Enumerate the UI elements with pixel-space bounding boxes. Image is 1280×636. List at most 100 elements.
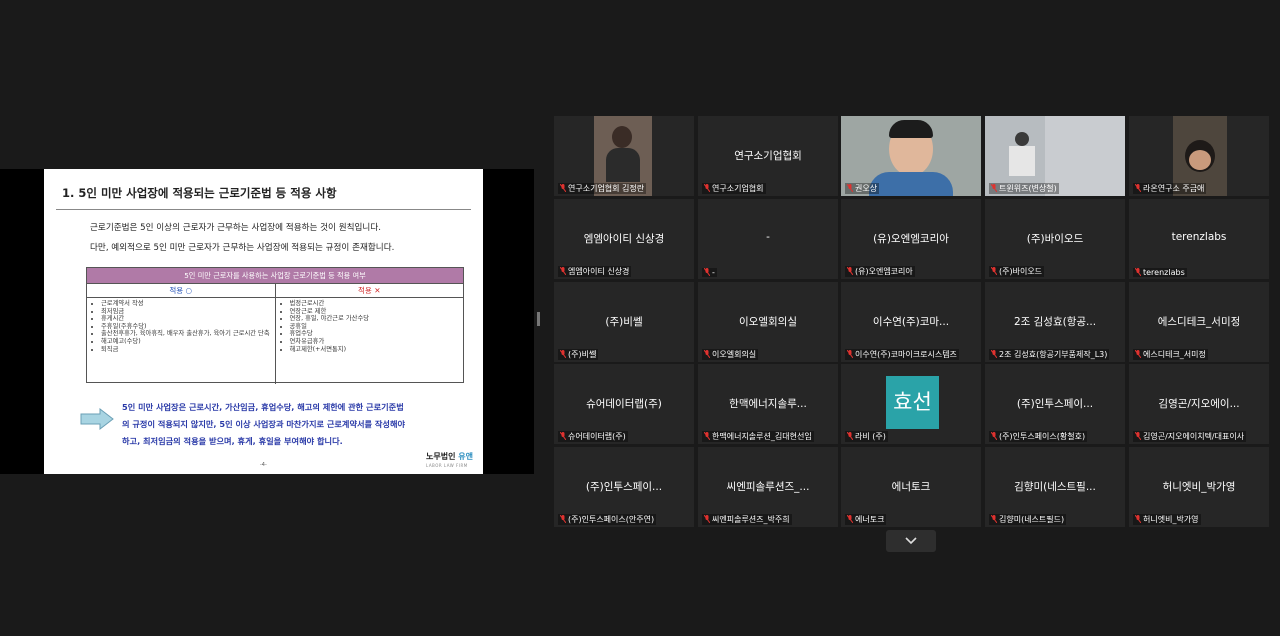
participant-tile[interactable]: 에스디테크_서미정 에스디테크_서미정	[1129, 282, 1269, 362]
participant-tile[interactable]: 허니엣비_박가영 허니엣비_박가영	[1129, 447, 1269, 527]
participant-name-label: -	[702, 268, 717, 277]
participant-tile[interactable]: 이수연(주)코마... 이수연(주)코마이크로시스템즈	[841, 282, 981, 362]
participant-display-name: (주)바이오드	[1026, 233, 1084, 245]
participant-display-name: (유)오엔엠코리아	[873, 233, 949, 245]
firm-logo: 노무법인 유앤	[426, 452, 473, 461]
muted-mic-icon	[991, 267, 997, 275]
list-item: 휴게시간	[101, 315, 271, 323]
muted-mic-icon	[847, 515, 853, 523]
participant-name-label: 라비 (주)	[845, 431, 888, 442]
slide-title: 1. 5인 미만 사업장에 적용되는 근로기준법 등 적용 사항	[62, 186, 337, 200]
participant-tile[interactable]: (유)오엔엠코리아 (유)오엔엠코리아	[841, 199, 981, 279]
muted-mic-icon	[991, 184, 997, 192]
participant-tile[interactable]: terenzlabs terenzlabs	[1129, 199, 1269, 279]
muted-mic-icon	[991, 350, 997, 358]
not-applied-column-header: 적용 ✕	[358, 286, 381, 295]
muted-mic-icon	[1135, 350, 1141, 358]
muted-mic-icon	[704, 432, 710, 440]
chevron-down-icon	[905, 537, 917, 545]
participant-tile[interactable]: --	[698, 199, 838, 279]
participant-name-label: 연구소기업협회	[702, 183, 766, 194]
list-item: 해고예고(수당)	[101, 338, 271, 346]
participant-tile[interactable]: 엠엠아이티 신상경 엠엠아이티 신상경	[554, 199, 694, 279]
participant-tile[interactable]: 2조 김성효(항공... 2조 김성효(항공기부품제작_L3)	[985, 282, 1125, 362]
participant-name-label: 연구소기업협회 김정란	[558, 183, 647, 194]
participant-name-label: 김향미(네스트필드)	[989, 514, 1067, 525]
muted-mic-icon	[847, 267, 853, 275]
participant-tile[interactable]: 슈어데이터랩(주) 슈어데이터랩(주)	[554, 364, 694, 444]
participant-display-name: 슈어데이터랩(주)	[586, 398, 662, 410]
muted-mic-icon	[560, 267, 566, 275]
muted-mic-icon	[560, 350, 566, 358]
participant-tile[interactable]: 효선 라비 (주)	[841, 364, 981, 444]
participant-tile[interactable]: 김향미(네스트필... 김향미(네스트필드)	[985, 447, 1125, 527]
list-item: 법정근로시간	[290, 300, 460, 308]
applied-list: 근로계약서 작성최저임금휴게시간주휴일(주휴수당)출산전후휴가, 육아휴직, 배…	[91, 300, 271, 353]
participant-tile[interactable]: (주)바이오드 (주)바이오드	[985, 199, 1125, 279]
participant-name-label: 에너토크	[845, 514, 887, 525]
participant-name-label: 김영곤/지오에이치텍/대표이사	[1133, 431, 1247, 442]
participant-display-name: 2조 김성효(항공...	[1013, 316, 1097, 328]
participant-tile[interactable]: 연구소기업협회 연구소기업협회	[698, 116, 838, 196]
muted-mic-icon	[991, 515, 997, 523]
gallery-scroll-button[interactable]	[886, 530, 936, 552]
slide-paragraph-2: 다만, 예외적으로 5인 미만 근로자가 근무하는 사업장에 적용되는 규정이 …	[90, 243, 395, 253]
participant-display-name: (주)인투스페이...	[1016, 398, 1094, 410]
participant-tile[interactable]: 트윈위즈(변상철)	[985, 116, 1125, 196]
participant-name-label: 트윈위즈(변상철)	[989, 183, 1059, 194]
participant-tile[interactable]: 김영곤/지오에이... 김영곤/지오에이치텍/대표이사	[1129, 364, 1269, 444]
comparison-table: 5인 미만 근로자를 사용하는 사업장 근로기준법 등 적용 여부 적용 ○ 적…	[86, 267, 464, 384]
list-item: 휴업수당	[290, 330, 460, 338]
list-item: 최저임금	[101, 308, 271, 316]
summary-line-3: 하고, 최저임금의 적용을 받으며, 휴게, 휴일을 부여해야 합니다.	[122, 436, 343, 446]
muted-mic-icon	[847, 350, 853, 358]
participant-tile[interactable]: 이오엘회의실 이오엘회의실	[698, 282, 838, 362]
participant-name-label: 허니엣비_박가영	[1133, 514, 1201, 525]
firm-logo-subtitle: LABOR LAW FIRM	[426, 463, 468, 468]
participant-tile[interactable]: 한맥에너지솔루... 한맥에너지솔루션_김대현선임	[698, 364, 838, 444]
not-applied-list: 법정근로시간연장근로 제한연장, 휴일, 야간근로 가산수당공휴일휴업수당연차유…	[280, 300, 460, 353]
participant-name-label: (주)인투스페이스(안주연)	[558, 514, 657, 525]
participant-tile[interactable]: 라온연구소 주금애	[1129, 116, 1269, 196]
participant-tile[interactable]: 씨엔피솔루션즈_... 씨엔피솔루션즈_박주희	[698, 447, 838, 527]
applied-column-header: 적용 ○	[87, 284, 276, 297]
muted-mic-icon	[560, 184, 566, 192]
participant-display-name: 연구소기업협회	[734, 150, 802, 162]
participant-name-label: (유)오엔엠코리아	[845, 266, 915, 277]
participant-tile[interactable]: 연구소기업협회 김정란	[554, 116, 694, 196]
participant-display-name: (주)인투스페이...	[585, 481, 663, 493]
panel-resize-handle[interactable]	[537, 312, 540, 326]
list-item: 출산전후휴가, 육아휴직, 배우자 출산휴가, 육아기 근로시간 단축	[101, 330, 271, 338]
muted-mic-icon	[704, 268, 710, 276]
title-divider	[56, 209, 471, 210]
participant-name-label: 에스디테크_서미정	[1133, 349, 1208, 360]
summary-line-1: 5인 미만 사업장은 근로시간, 가산임금, 휴업수당, 해고의 제한에 관한 …	[122, 402, 404, 412]
not-applied-cell: 법정근로시간연장근로 제한연장, 휴일, 야간근로 가산수당공휴일휴업수당연차유…	[276, 298, 464, 384]
participant-tile[interactable]: (주)비쎌 (주)비쎌	[554, 282, 694, 362]
page-number: -4-	[260, 462, 267, 468]
participant-tile[interactable]: (주)인투스페이... (주)인투스페이스(황철호)	[985, 364, 1125, 444]
muted-mic-icon	[847, 432, 853, 440]
participant-name-label: (주)바이오드	[989, 266, 1045, 277]
muted-mic-icon	[1135, 184, 1141, 192]
participant-display-name: 에너토크	[891, 481, 931, 493]
list-item: 연차유급휴가	[290, 338, 460, 346]
participant-tile[interactable]: 권오상	[841, 116, 981, 196]
list-item: 해고제한(+서면통지)	[290, 346, 460, 354]
shared-screen: 1. 5인 미만 사업장에 적용되는 근로기준법 등 적용 사항 근로기준법은 …	[0, 169, 534, 474]
participant-display-name: (주)비쎌	[605, 316, 643, 328]
participant-display-name: 허니엣비_박가영	[1162, 481, 1236, 493]
muted-mic-icon	[704, 350, 710, 358]
muted-mic-icon	[1135, 515, 1141, 523]
participant-display-name: 이오엘회의실	[739, 316, 797, 328]
muted-mic-icon	[1135, 268, 1141, 276]
participant-name-label: 슈어데이터랩(주)	[558, 431, 628, 442]
participant-tile[interactable]: (주)인투스페이... (주)인투스페이스(안주연)	[554, 447, 694, 527]
muted-mic-icon	[991, 432, 997, 440]
participant-tile[interactable]: 에너토크 에너토크	[841, 447, 981, 527]
participant-name-label: 권오상	[845, 183, 880, 194]
participant-name-label: 이수연(주)코마이크로시스템즈	[845, 349, 959, 360]
list-item: 연장, 휴일, 야간근로 가산수당	[290, 315, 460, 323]
participant-display-name: 씨엔피솔루션즈_...	[726, 481, 810, 493]
participant-name-label: terenzlabs	[1133, 268, 1187, 277]
